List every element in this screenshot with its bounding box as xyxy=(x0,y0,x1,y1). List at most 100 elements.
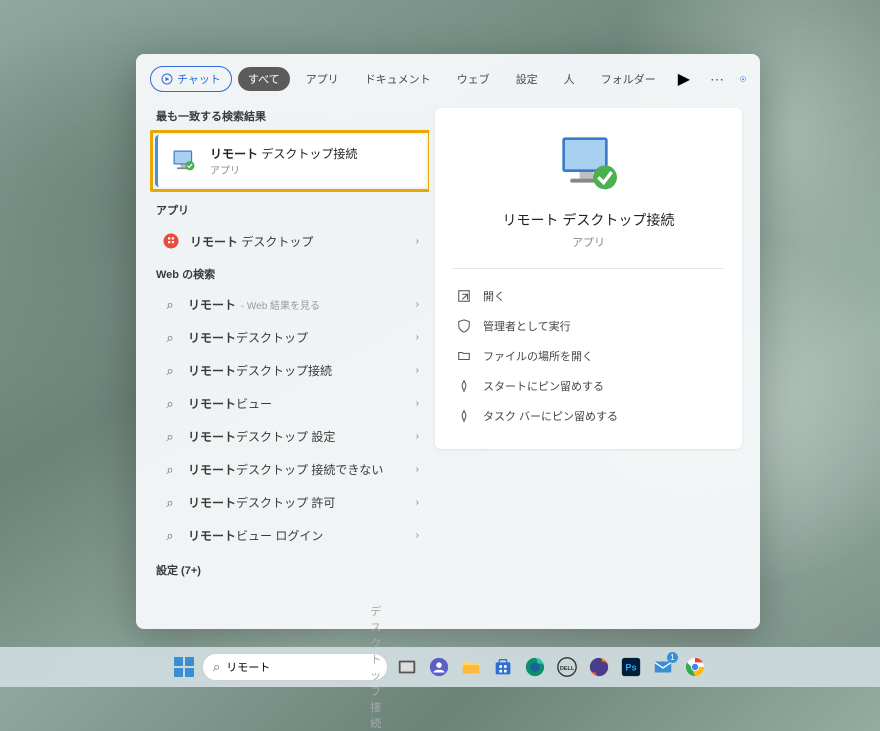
bing-chat-icon xyxy=(161,73,173,85)
remote-desktop-icon-large xyxy=(557,132,621,196)
filter-folder[interactable]: フォルダー xyxy=(591,67,666,91)
taskbar-store[interactable] xyxy=(490,654,516,680)
preview-title: リモート デスクトップ接続 xyxy=(435,210,742,230)
chevron-right-icon: › xyxy=(416,236,419,247)
web-result-label: リモートデスクトップ 接続できない xyxy=(188,461,383,478)
pin-icon xyxy=(457,379,471,393)
taskbar-task-view[interactable] xyxy=(394,654,420,680)
filter-more-arrow[interactable]: ▶ xyxy=(678,69,690,89)
svg-text:Ps: Ps xyxy=(625,663,636,673)
chevron-right-icon: › xyxy=(416,299,419,310)
taskbar-edge[interactable] xyxy=(522,654,548,680)
taskbar-search[interactable]: ⌕ デスクトップ接続 xyxy=(202,653,388,681)
search-icon: ⌕ xyxy=(162,396,178,412)
more-options-icon[interactable]: ⋯ xyxy=(702,71,734,88)
search-icon: ⌕ xyxy=(162,297,178,313)
filter-all[interactable]: すべて xyxy=(238,67,290,91)
filter-chat[interactable]: チャット xyxy=(150,66,232,92)
search-icon: ⌕ xyxy=(162,462,178,478)
best-match-result[interactable]: リモート デスクトップ接続 アプリ xyxy=(155,135,426,187)
web-result-2[interactable]: ⌕ リモートデスクトップ接続 › xyxy=(152,354,429,387)
search-icon: ⌕ xyxy=(162,528,178,544)
action-run-admin[interactable]: 管理者として実行 xyxy=(453,311,724,341)
web-result-1[interactable]: ⌕ リモートデスクトップ › xyxy=(152,321,429,354)
search-results-panel: チャット すべて アプリ ドキュメント ウェブ 設定 人 フォルダー ▶ ⋯ 最… xyxy=(136,54,760,629)
web-result-7[interactable]: ⌕ リモートビュー ログイン › xyxy=(152,519,429,552)
action-label: ファイルの場所を開く xyxy=(483,348,593,364)
filter-documents[interactable]: ドキュメント xyxy=(355,67,441,91)
start-button[interactable] xyxy=(172,655,196,679)
search-icon: ⌕ xyxy=(162,495,178,511)
action-open[interactable]: 開く xyxy=(453,281,724,311)
chevron-right-icon: › xyxy=(416,530,419,541)
web-result-6[interactable]: ⌕ リモートデスクトップ 許可 › xyxy=(152,486,429,519)
action-label: スタートにピン留めする xyxy=(483,378,604,394)
taskbar-dell[interactable]: DELL xyxy=(554,654,580,680)
bing-icon[interactable] xyxy=(740,68,746,90)
chevron-right-icon: › xyxy=(416,431,419,442)
search-icon: ⌕ xyxy=(162,363,178,379)
action-open-location[interactable]: ファイルの場所を開く xyxy=(453,341,724,371)
pin-icon xyxy=(457,409,471,423)
web-result-5[interactable]: ⌕ リモートデスクトップ 接続できない › xyxy=(152,453,429,486)
search-input[interactable] xyxy=(226,661,368,673)
taskbar: ⌕ デスクトップ接続 DELL Ps xyxy=(0,647,880,687)
store-app-icon xyxy=(162,232,180,250)
taskbar-chrome[interactable] xyxy=(682,654,708,680)
action-pin-taskbar[interactable]: タスク バーにピン留めする xyxy=(453,401,724,431)
action-label: タスク バーにピン留めする xyxy=(483,408,618,424)
web-result-label: リモート - Web 結果を見る xyxy=(188,296,320,313)
app-result-label: リモート デスクトップ xyxy=(190,233,313,250)
settings-more-label[interactable]: 設定 (7+) xyxy=(156,562,429,578)
preview-card: リモート デスクトップ接続 アプリ 開く 管理者として実行 ファイルの場所を開く xyxy=(435,108,742,449)
filter-settings[interactable]: 設定 xyxy=(506,67,548,91)
chevron-right-icon: › xyxy=(416,398,419,409)
svg-text:DELL: DELL xyxy=(560,666,575,672)
web-result-label: リモートビュー ログイン xyxy=(188,527,323,544)
taskbar-firefox[interactable] xyxy=(586,654,612,680)
best-match-title: リモート デスクトップ接続 xyxy=(210,145,357,162)
web-result-label: リモートビュー xyxy=(188,395,272,412)
taskbar-explorer[interactable] xyxy=(458,654,484,680)
web-result-3[interactable]: ⌕ リモートビュー › xyxy=(152,387,429,420)
action-label: 開く xyxy=(483,288,505,304)
filter-bar: チャット すべて アプリ ドキュメント ウェブ 設定 人 フォルダー ▶ ⋯ xyxy=(136,54,760,100)
section-apps-label: アプリ xyxy=(156,202,429,218)
web-result-label: リモートデスクトップ 設定 xyxy=(188,428,335,445)
app-result-remote-desktop[interactable]: リモート デスクトップ › xyxy=(152,224,429,258)
chevron-right-icon: › xyxy=(416,464,419,475)
web-result-0[interactable]: ⌕ リモート - Web 結果を見る › xyxy=(152,288,429,321)
folder-icon xyxy=(457,349,471,363)
filter-chat-label: チャット xyxy=(177,71,221,87)
section-web-label: Web の検索 xyxy=(156,266,429,282)
shield-icon xyxy=(457,319,471,333)
remote-desktop-icon xyxy=(170,147,198,175)
open-icon xyxy=(457,289,471,303)
results-right-column: リモート デスクトップ接続 アプリ 開く 管理者として実行 ファイルの場所を開く xyxy=(429,100,760,629)
filter-apps[interactable]: アプリ xyxy=(296,67,349,91)
filter-web[interactable]: ウェブ xyxy=(447,67,500,91)
filter-people[interactable]: 人 xyxy=(554,67,585,91)
results-left-column: 最も一致する検索結果 リモート デスクトップ接続 アプリ xyxy=(136,100,429,629)
best-match-highlight: リモート デスクトップ接続 アプリ xyxy=(150,130,429,192)
taskbar-photoshop[interactable]: Ps xyxy=(618,654,644,680)
web-result-label: リモートデスクトップ xyxy=(188,329,308,346)
web-result-4[interactable]: ⌕ リモートデスクトップ 設定 › xyxy=(152,420,429,453)
search-icon: ⌕ xyxy=(213,659,220,675)
section-best-match-label: 最も一致する検索結果 xyxy=(156,108,429,124)
chevron-right-icon: › xyxy=(416,332,419,343)
taskbar-teams[interactable] xyxy=(426,654,452,680)
search-placeholder-rest: デスクトップ接続 xyxy=(370,603,381,731)
action-pin-start[interactable]: スタートにピン留めする xyxy=(453,371,724,401)
preview-subtitle: アプリ xyxy=(435,234,742,250)
action-label: 管理者として実行 xyxy=(483,318,571,334)
taskbar-mail[interactable] xyxy=(650,654,676,680)
search-icon: ⌕ xyxy=(162,330,178,346)
action-list: 開く 管理者として実行 ファイルの場所を開く スタートにピン留めする xyxy=(435,269,742,431)
chevron-right-icon: › xyxy=(416,365,419,376)
chevron-right-icon: › xyxy=(416,497,419,508)
web-result-label: リモートデスクトップ 許可 xyxy=(188,494,335,511)
search-icon: ⌕ xyxy=(162,429,178,445)
best-match-subtitle: アプリ xyxy=(210,162,357,177)
web-result-label: リモートデスクトップ接続 xyxy=(188,362,332,379)
